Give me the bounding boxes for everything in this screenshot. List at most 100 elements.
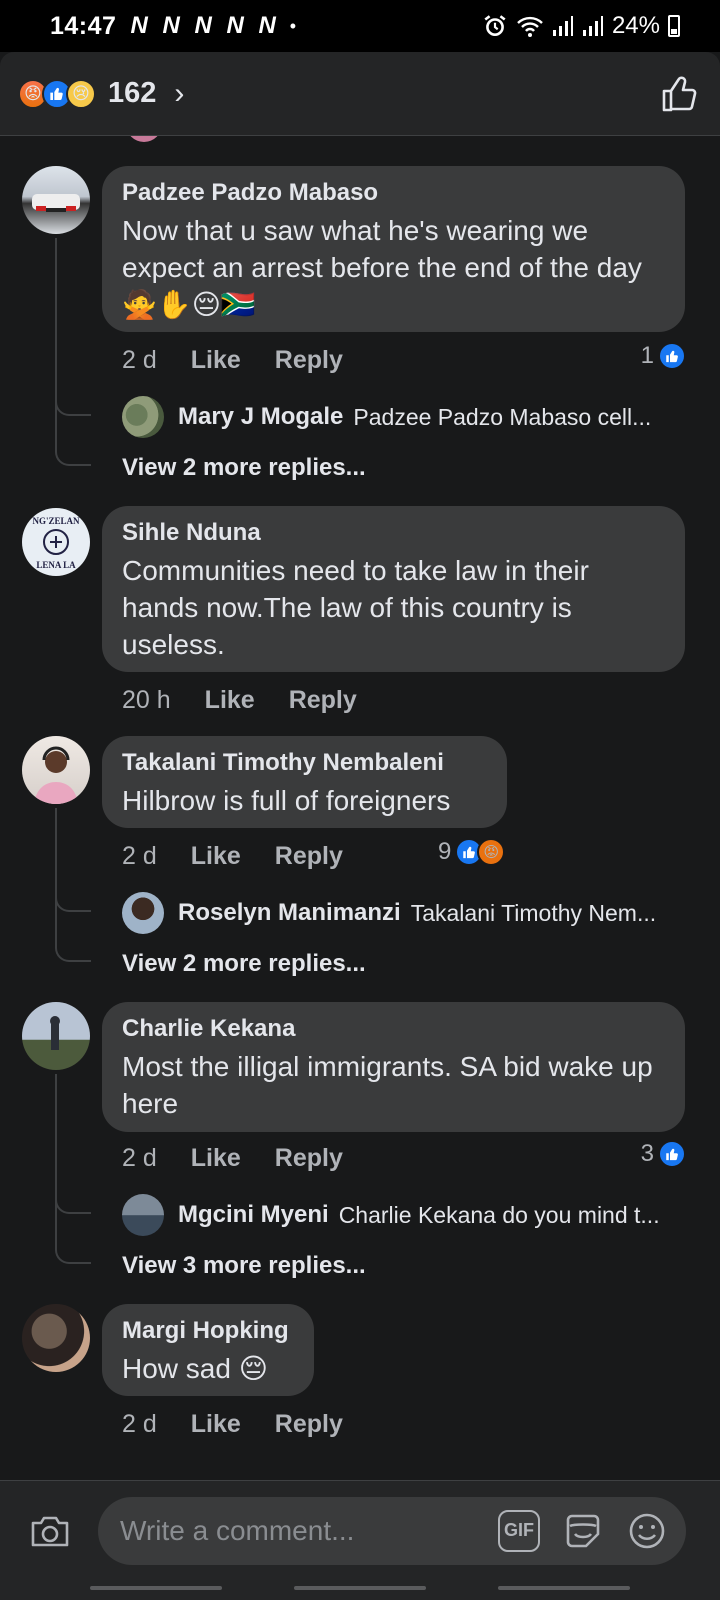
avatar[interactable] bbox=[22, 166, 90, 234]
sticker-icon[interactable] bbox=[562, 1510, 604, 1552]
nav-handle-right[interactable] bbox=[498, 1586, 630, 1590]
comment-time[interactable]: 20 h bbox=[122, 686, 171, 715]
comment-time[interactable]: 2 d bbox=[122, 1144, 157, 1173]
comment-bubble[interactable]: Charlie Kekana Most the illigal immigran… bbox=[102, 1002, 685, 1132]
like-button[interactable]: Like bbox=[191, 1410, 241, 1439]
thread-line bbox=[55, 238, 95, 448]
avatar[interactable]: NG'ZELAN LENA LA bbox=[22, 508, 90, 576]
battery-percent: 24% bbox=[611, 12, 660, 39]
view-more-replies-link[interactable]: View 3 more replies... bbox=[122, 1252, 366, 1280]
comment-time[interactable]: 2 d bbox=[122, 1410, 157, 1439]
wifi-icon bbox=[517, 16, 543, 37]
reaction-count: 9 bbox=[438, 838, 452, 865]
comment-actions: 2 d Like Reply bbox=[122, 1410, 343, 1439]
reply-snippet: Padzee Padzo Mabaso cell... bbox=[353, 403, 652, 430]
thread-branch bbox=[55, 448, 91, 466]
reaction-count: 162 bbox=[108, 77, 157, 109]
comment-list[interactable]: Padzee Padzo Mabaso Now that u saw what … bbox=[0, 136, 720, 1480]
chevron-right-icon: › bbox=[174, 76, 185, 110]
thread-line bbox=[55, 808, 95, 944]
thread-branch bbox=[55, 894, 91, 912]
avatar[interactable] bbox=[122, 396, 164, 438]
like-button[interactable]: Like bbox=[191, 1144, 241, 1173]
reply-button[interactable]: Reply bbox=[275, 1410, 343, 1439]
status-time: 14:47 bbox=[50, 11, 117, 40]
battery-icon bbox=[668, 15, 680, 37]
reply-author[interactable]: Mary J Mogale bbox=[178, 403, 343, 431]
camera-icon[interactable] bbox=[28, 1509, 72, 1553]
view-more-replies-link[interactable]: View 2 more replies... bbox=[122, 950, 366, 978]
comment-bubble[interactable]: Padzee Padzo Mabaso Now that u saw what … bbox=[102, 166, 685, 332]
system-nav-bar bbox=[0, 1580, 720, 1600]
comment-author[interactable]: Takalani Timothy Nembaleni bbox=[122, 748, 487, 778]
reply-snippet: Charlie Kekana do you mind t... bbox=[338, 1201, 660, 1228]
reply-author[interactable]: Mgcini Myeni bbox=[178, 1201, 329, 1229]
comment-input[interactable]: Write a comment... GIF bbox=[98, 1496, 686, 1565]
comment-bubble[interactable]: Takalani Timothy Nembaleni Hilbrow is fu… bbox=[102, 736, 507, 828]
status-bar: 14:47 N N N N N • 24% bbox=[0, 0, 720, 52]
comment-reactions[interactable]: 3 bbox=[641, 1140, 686, 1168]
gif-button[interactable]: GIF bbox=[498, 1509, 540, 1552]
comment-reactions[interactable]: 1 bbox=[641, 342, 686, 370]
like-button[interactable]: Like bbox=[191, 346, 241, 375]
alarm-icon bbox=[484, 15, 506, 36]
comment-author[interactable]: Charlie Kekana bbox=[122, 1014, 665, 1044]
emoji-icon[interactable] bbox=[626, 1510, 668, 1552]
avatar[interactable] bbox=[122, 892, 164, 934]
reply-preview[interactable]: Mary J Mogale Padzee Padzo Mabaso cell..… bbox=[122, 396, 692, 438]
avatar[interactable] bbox=[22, 1002, 90, 1070]
reply-preview[interactable]: Mgcini Myeni Charlie Kekana do you mind … bbox=[122, 1194, 692, 1236]
previous-comment-avatar bbox=[126, 136, 162, 142]
comment-bubble[interactable]: Margi Hopking How sad 😔 bbox=[102, 1304, 314, 1396]
like-button[interactable]: Like bbox=[191, 842, 241, 871]
avatar[interactable] bbox=[22, 1304, 90, 1372]
nav-handle-center[interactable] bbox=[294, 1586, 426, 1590]
svg-text:LENA LA: LENA LA bbox=[36, 560, 76, 570]
reply-snippet: Takalani Timothy Nem... bbox=[410, 899, 657, 926]
comment-reactions[interactable]: 9 😡 bbox=[438, 838, 506, 866]
comment-text: Most the illigal immigrants. SA bid wake… bbox=[122, 1051, 653, 1119]
comment-actions: 2 d Like Reply bbox=[122, 1144, 343, 1173]
comment-text: Now that u saw what he's wearing we expe… bbox=[122, 215, 642, 320]
view-more-replies-link[interactable]: View 2 more replies... bbox=[122, 454, 366, 482]
reactions-summary[interactable]: 😡 😢 162 › bbox=[18, 77, 184, 111]
comment-time[interactable]: 2 d bbox=[122, 346, 157, 375]
thread-branch bbox=[55, 1196, 91, 1214]
reply-preview[interactable]: Roselyn Manimanzi Takalani Timothy Nem..… bbox=[122, 892, 692, 934]
comment-text: Hilbrow is full of foreigners bbox=[122, 785, 451, 816]
signal-icon-2 bbox=[582, 16, 603, 36]
like-post-button[interactable] bbox=[658, 72, 702, 116]
reply-button[interactable]: Reply bbox=[275, 346, 343, 375]
angry-icon: 😡 bbox=[477, 838, 506, 866]
reaction-count: 1 bbox=[640, 342, 654, 369]
nav-handle-left[interactable] bbox=[90, 1586, 222, 1590]
thread-branch bbox=[55, 1246, 91, 1264]
avatar[interactable] bbox=[122, 1194, 164, 1236]
comment-placeholder: Write a comment... bbox=[120, 1514, 355, 1546]
comment-author[interactable]: Margi Hopking bbox=[122, 1316, 294, 1346]
like-button[interactable]: Like bbox=[205, 686, 255, 715]
comment-bubble[interactable]: Sihle Nduna Communities need to take law… bbox=[102, 506, 685, 672]
thread-branch bbox=[55, 944, 91, 962]
reply-author[interactable]: Roselyn Manimanzi bbox=[178, 899, 401, 927]
thread-branch bbox=[55, 398, 91, 416]
comment-composer: Write a comment... GIF bbox=[0, 1480, 720, 1580]
sad-icon: 😢 bbox=[66, 78, 96, 109]
comment-text: How sad 😔 bbox=[122, 1353, 268, 1384]
comment-author[interactable]: Sihle Nduna bbox=[122, 518, 665, 548]
reply-button[interactable]: Reply bbox=[275, 1144, 343, 1173]
svg-text:NG'ZELAN: NG'ZELAN bbox=[32, 516, 80, 526]
comment-author[interactable]: Padzee Padzo Mabaso bbox=[122, 178, 665, 208]
reply-button[interactable]: Reply bbox=[289, 686, 357, 715]
reply-button[interactable]: Reply bbox=[275, 842, 343, 871]
reactions-header: 😡 😢 162 › bbox=[0, 52, 720, 136]
signal-icon bbox=[552, 16, 573, 36]
comment-time[interactable]: 2 d bbox=[122, 842, 157, 871]
more-notifications-dot: • bbox=[289, 15, 297, 36]
reaction-count: 3 bbox=[640, 1140, 654, 1167]
like-icon bbox=[658, 342, 686, 370]
avatar[interactable] bbox=[22, 736, 90, 804]
notification-icons: N N N N N bbox=[130, 12, 280, 39]
status-right: 24% bbox=[482, 12, 680, 40]
like-icon bbox=[658, 1140, 686, 1168]
